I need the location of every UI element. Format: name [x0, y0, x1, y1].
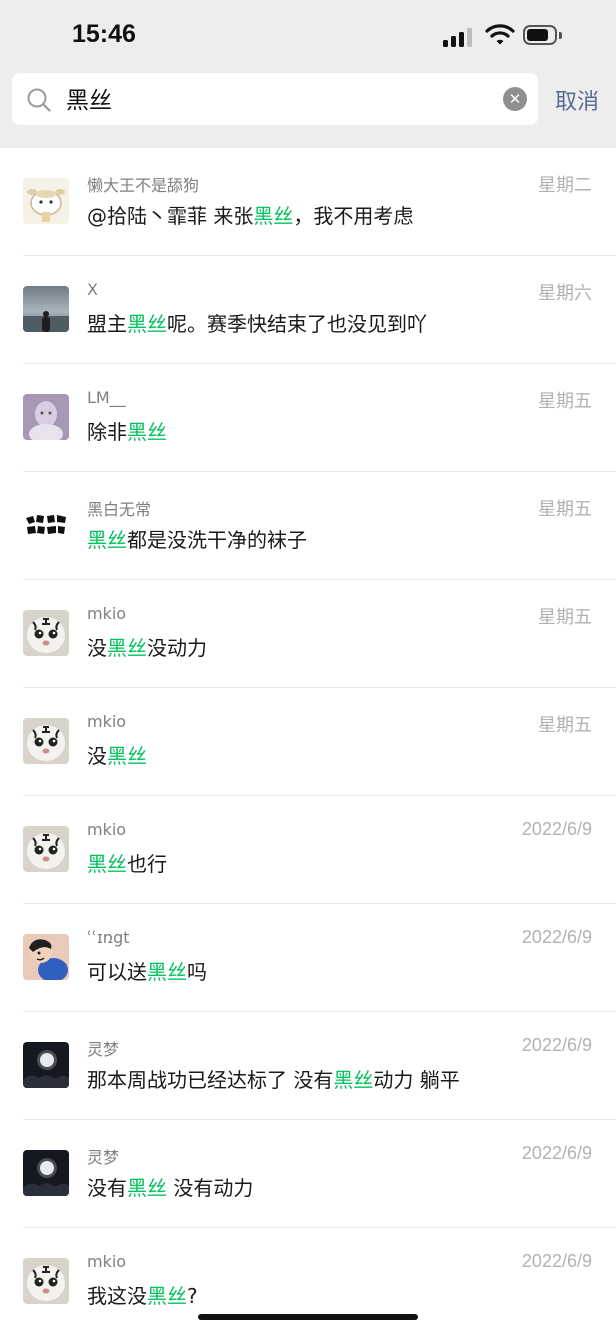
search-icon	[27, 88, 51, 112]
message-date: 2022/6/9	[521, 1251, 592, 1271]
avatar	[23, 1150, 69, 1196]
sender-name: 灵梦	[87, 1040, 120, 1059]
message-date: 星期五	[538, 715, 592, 735]
avatar	[23, 718, 69, 764]
sender-name: LM__	[87, 388, 126, 407]
message-snippet: 黑丝也行	[87, 852, 167, 876]
battery-icon	[523, 25, 563, 47]
message-snippet: 那本周战功已经达标了 没有黑丝动力 躺平	[87, 1068, 460, 1092]
wifi-icon	[485, 24, 515, 45]
search-results-list: 懒大王不是舔狗 @拾陆丶霏菲 来张黑丝，我不用考虑 星期二 X 盟主黑丝呢。赛季…	[0, 148, 616, 1336]
avatar	[23, 826, 69, 872]
message-snippet: 没黑丝	[87, 744, 147, 768]
keyword-highlight: 黑丝	[127, 312, 167, 336]
list-item[interactable]: 懒大王不是舔狗 @拾陆丶霏菲 来张黑丝，我不用考虑 星期二	[0, 148, 616, 256]
cancel-button[interactable]: 取消	[555, 84, 599, 116]
message-snippet: 黑丝都是没洗干净的袜子	[87, 528, 307, 552]
keyword-highlight: 黑丝	[333, 1068, 374, 1092]
sender-name: mkio	[87, 820, 127, 839]
keyword-highlight: 黑丝	[127, 420, 167, 444]
sender-name: X	[87, 280, 98, 299]
list-item[interactable]: mkio 黑丝也行 2022/6/9	[0, 796, 616, 904]
sender-name: mkio	[87, 712, 127, 731]
keyword-highlight: 黑丝	[87, 852, 127, 876]
message-date: 2022/6/9	[521, 1035, 592, 1055]
clear-search-icon[interactable]: ✕	[503, 87, 527, 111]
avatar	[23, 178, 69, 224]
message-snippet: @拾陆丶霏菲 来张黑丝，我不用考虑	[87, 204, 414, 228]
message-snippet: 没黑丝没动力	[87, 636, 207, 660]
message-date: 星期五	[538, 607, 592, 627]
list-item[interactable]: mkio 没黑丝没动力 星期五	[0, 580, 616, 688]
sender-name: 黑白无常	[87, 500, 152, 519]
search-input[interactable]	[66, 85, 486, 111]
list-item[interactable]: X 盟主黑丝呢。赛季快结束了也没见到吖 星期六	[0, 256, 616, 364]
cellular-signal-icon	[443, 27, 475, 47]
message-snippet: 盟主黑丝呢。赛季快结束了也没见到吖	[87, 312, 427, 336]
avatar	[23, 394, 69, 440]
avatar	[23, 1258, 69, 1304]
keyword-highlight: 黑丝	[253, 204, 294, 228]
avatar	[23, 286, 69, 332]
message-date: 2022/6/9	[521, 819, 592, 839]
status-time: 15:46	[72, 20, 136, 48]
sender-name: ʿʿɪռgt	[87, 928, 130, 947]
list-item[interactable]: mkio 没黑丝 星期五	[0, 688, 616, 796]
list-item[interactable]: 灵梦 没有黑丝 没有动力 2022/6/9	[0, 1120, 616, 1228]
message-date: 2022/6/9	[521, 1143, 592, 1163]
message-date: 星期六	[538, 283, 592, 303]
search-header: 15:46 ✕ 取消	[0, 0, 616, 148]
message-snippet: 可以送黑丝吗	[87, 960, 207, 984]
keyword-highlight: 黑丝	[147, 960, 187, 984]
list-item[interactable]: ʿʿɪռgt 可以送黑丝吗 2022/6/9	[0, 904, 616, 1012]
message-snippet: 除非黑丝	[87, 420, 167, 444]
message-snippet: 我这没黑丝?	[87, 1284, 198, 1308]
sender-name: 灵梦	[87, 1148, 120, 1167]
avatar	[23, 934, 69, 980]
sender-name: 懒大王不是舔狗	[87, 176, 200, 195]
avatar	[23, 610, 69, 656]
list-item[interactable]: 黑白无常 黑丝都是没洗干净的袜子 星期五	[0, 472, 616, 580]
home-indicator[interactable]	[198, 1314, 418, 1320]
sender-name: mkio	[87, 1252, 127, 1271]
message-date: 星期五	[538, 391, 592, 411]
keyword-highlight: 黑丝	[107, 636, 147, 660]
avatar	[23, 1042, 69, 1088]
message-date: 星期五	[538, 499, 592, 519]
list-item[interactable]: 灵梦 那本周战功已经达标了 没有黑丝动力 躺平 2022/6/9	[0, 1012, 616, 1120]
avatar	[23, 502, 69, 548]
keyword-highlight: 黑丝	[127, 1176, 167, 1200]
keyword-highlight: 黑丝	[107, 744, 147, 768]
search-bar: ✕	[12, 73, 538, 125]
keyword-highlight: 黑丝	[87, 528, 127, 552]
message-date: 2022/6/9	[521, 927, 592, 947]
message-date: 星期二	[538, 175, 592, 195]
message-snippet: 没有黑丝 没有动力	[87, 1176, 254, 1200]
sender-name: mkio	[87, 604, 127, 623]
keyword-highlight: 黑丝	[147, 1284, 187, 1308]
list-item[interactable]: LM__ 除非黑丝 星期五	[0, 364, 616, 472]
